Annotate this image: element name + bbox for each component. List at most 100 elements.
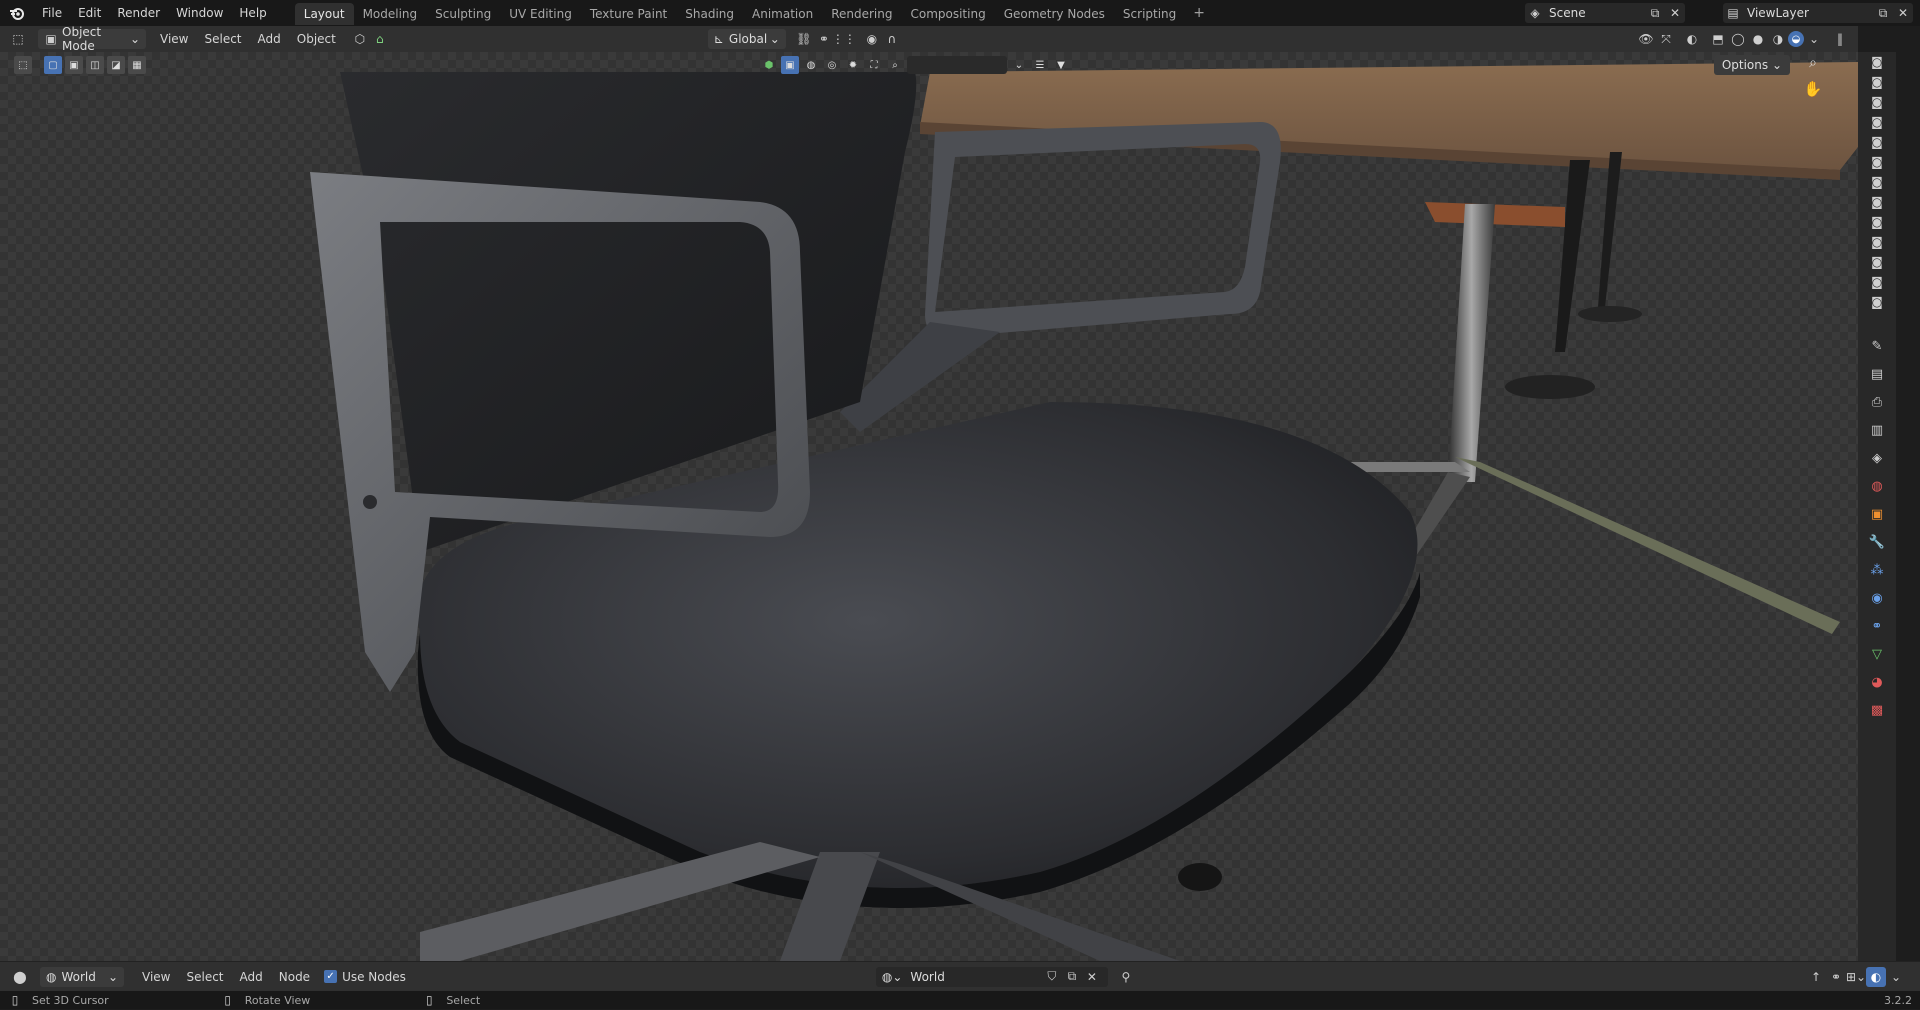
collection-icon[interactable]: ⬢ <box>760 56 778 74</box>
menu-file[interactable]: File <box>34 0 70 26</box>
camera-icon[interactable]: ◙ <box>1858 52 1896 72</box>
camera-icon[interactable]: ◙ <box>1858 132 1896 152</box>
node-menu-add[interactable]: Add <box>232 967 271 987</box>
invert-selection-icon[interactable]: ◪ <box>107 56 125 74</box>
overlay-icon[interactable]: ◐ <box>1682 29 1702 49</box>
camera-icon[interactable]: ◙ <box>1858 212 1896 232</box>
copy-icon[interactable]: ⧉ <box>1645 3 1665 23</box>
camera-filter-icon[interactable]: ⛶ <box>865 56 883 74</box>
tab-texture-paint[interactable]: Texture Paint <box>581 3 676 25</box>
rendered-shading-icon[interactable]: ◒ <box>1788 31 1804 47</box>
mesh-filter-icon[interactable]: ◍ <box>802 56 820 74</box>
snap-grid-icon[interactable]: ⋮⋮ <box>832 29 856 49</box>
data-properties-icon[interactable]: ▽ <box>1858 640 1896 668</box>
checkbox-icon[interactable]: ✓ <box>324 970 338 983</box>
proportional-edit-icon[interactable]: ◉ <box>862 29 882 49</box>
tool-properties-icon[interactable]: ✎ <box>1858 332 1896 360</box>
overlay-icon[interactable]: ◐ <box>1866 966 1886 987</box>
editor-type-icon[interactable]: ⬤ <box>10 967 30 987</box>
tab-modeling[interactable]: Modeling <box>354 3 427 25</box>
set-new-selection-icon[interactable]: ▢ <box>44 56 62 74</box>
output-properties-icon[interactable]: ⎙ <box>1858 388 1896 416</box>
menu-render[interactable]: Render <box>109 0 168 26</box>
camera-icon[interactable]: ◙ <box>1858 152 1896 172</box>
search-input[interactable] <box>907 56 1007 74</box>
pause-icon[interactable]: ‖ <box>1830 29 1850 49</box>
physics-properties-icon[interactable]: ◉ <box>1858 584 1896 612</box>
object-filter-icon[interactable]: ▣ <box>781 56 799 74</box>
node-menu-view[interactable]: View <box>134 967 178 987</box>
add-workspace-button[interactable]: + <box>1185 5 1213 21</box>
constraint-properties-icon[interactable]: ⚭ <box>1858 612 1896 640</box>
particle-properties-icon[interactable]: ⁂ <box>1858 556 1896 584</box>
extend-selection-icon[interactable]: ▣ <box>65 56 83 74</box>
menu-select[interactable]: Select <box>196 29 249 49</box>
camera-icon[interactable]: ◙ <box>1858 292 1896 312</box>
snapping-icon[interactable]: ⚭ <box>1826 967 1846 987</box>
menu-help[interactable]: Help <box>231 0 274 26</box>
hand-pan-icon[interactable]: ✋ <box>1802 80 1824 102</box>
editor-type-icon[interactable]: ⬚ <box>8 29 28 49</box>
menu-window[interactable]: Window <box>168 0 231 26</box>
wireframe-shading-icon[interactable]: ◯ <box>1728 29 1748 49</box>
mode-dropdown[interactable]: ▣ Object Mode ⌄ <box>38 25 146 53</box>
close-icon[interactable]: ✕ <box>1082 967 1102 987</box>
scene-selector[interactable]: ◈ Scene ⧉ ✕ <box>1525 3 1685 23</box>
tab-shading[interactable]: Shading <box>676 3 743 25</box>
close-icon[interactable]: ✕ <box>1665 3 1685 23</box>
subtract-selection-icon[interactable]: ◫ <box>86 56 104 74</box>
menu-view[interactable]: View <box>152 29 196 49</box>
menu-add[interactable]: Add <box>250 29 289 49</box>
snap-icon[interactable]: ⌂ <box>370 29 390 49</box>
material-filter-icon[interactable]: ◎ <box>823 56 841 74</box>
shader-type-dropdown[interactable]: ◍ World ⌄ <box>40 966 124 987</box>
falloff-icon[interactable]: ∩ <box>882 29 902 49</box>
shading-options-icon[interactable]: ⌄ <box>1804 29 1824 49</box>
camera-icon[interactable]: ◙ <box>1858 272 1896 292</box>
view-layer-properties-icon[interactable]: ▥ <box>1858 416 1896 444</box>
use-nodes-toggle[interactable]: ✓ Use Nodes <box>324 970 406 984</box>
tab-rendering[interactable]: Rendering <box>822 3 901 25</box>
zoom-icon[interactable]: ⌕ <box>886 56 904 74</box>
scene-properties-icon[interactable]: ◈ <box>1858 444 1896 472</box>
tab-scripting[interactable]: Scripting <box>1114 3 1185 25</box>
render-properties-icon[interactable]: ▤ <box>1858 360 1896 388</box>
solid-shading-icon[interactable]: ● <box>1748 29 1768 49</box>
tab-uv-editing[interactable]: UV Editing <box>500 3 581 25</box>
tab-layout[interactable]: Layout <box>294 3 354 25</box>
snapping-icon[interactable]: ⚭ <box>814 29 834 49</box>
light-filter-icon[interactable]: ✹ <box>844 56 862 74</box>
camera-icon[interactable]: ◙ <box>1858 252 1896 272</box>
outliner-filter-icon[interactable]: ☰ <box>1031 56 1049 74</box>
world-selector[interactable]: ◍⌄ World ⛉ ⧉ ✕ <box>875 966 1108 987</box>
material-properties-icon[interactable]: ◕ <box>1858 668 1896 696</box>
select-box-tool-icon[interactable]: ⬚ <box>14 56 32 74</box>
fake-user-icon[interactable]: ⛉ <box>1042 967 1062 987</box>
visibility-icon[interactable]: 👁 <box>1636 29 1656 49</box>
parent-node-tree-icon[interactable]: ↑ <box>1806 967 1826 987</box>
chevron-down-icon[interactable]: ⌄ <box>1886 967 1906 987</box>
camera-icon[interactable]: ◙ <box>1858 112 1896 132</box>
node-menu-select[interactable]: Select <box>178 967 231 987</box>
camera-icon[interactable]: ◙ <box>1858 192 1896 212</box>
camera-icon[interactable]: ◙ <box>1858 172 1896 192</box>
xray-icon[interactable]: ⬒ <box>1708 29 1728 49</box>
pin-icon[interactable]: ⚲ <box>1116 967 1136 987</box>
world-properties-icon[interactable]: ◍ <box>1858 472 1896 500</box>
chevron-down-icon[interactable]: ⌄ <box>1010 56 1028 74</box>
funnel-icon[interactable]: ▼ <box>1052 56 1070 74</box>
transform-pivot-icon[interactable]: ⬡ <box>350 29 370 49</box>
copy-icon[interactable]: ⧉ <box>1062 967 1082 987</box>
blender-logo-icon[interactable] <box>0 0 34 26</box>
camera-icon[interactable]: ◙ <box>1858 72 1896 92</box>
camera-icon[interactable]: ◙ <box>1858 92 1896 112</box>
texture-properties-icon[interactable]: ▩ <box>1858 696 1896 724</box>
tab-sculpting[interactable]: Sculpting <box>426 3 500 25</box>
link-icon[interactable]: ⛓ <box>794 29 814 49</box>
tab-animation[interactable]: Animation <box>743 3 822 25</box>
menu-object[interactable]: Object <box>289 29 344 49</box>
node-menu-node[interactable]: Node <box>271 967 318 987</box>
zoom-icon[interactable]: ⌕ <box>1802 55 1824 77</box>
snap-grid-icon[interactable]: ⊞⌄ <box>1846 967 1866 987</box>
object-properties-icon[interactable]: ▣ <box>1858 500 1896 528</box>
